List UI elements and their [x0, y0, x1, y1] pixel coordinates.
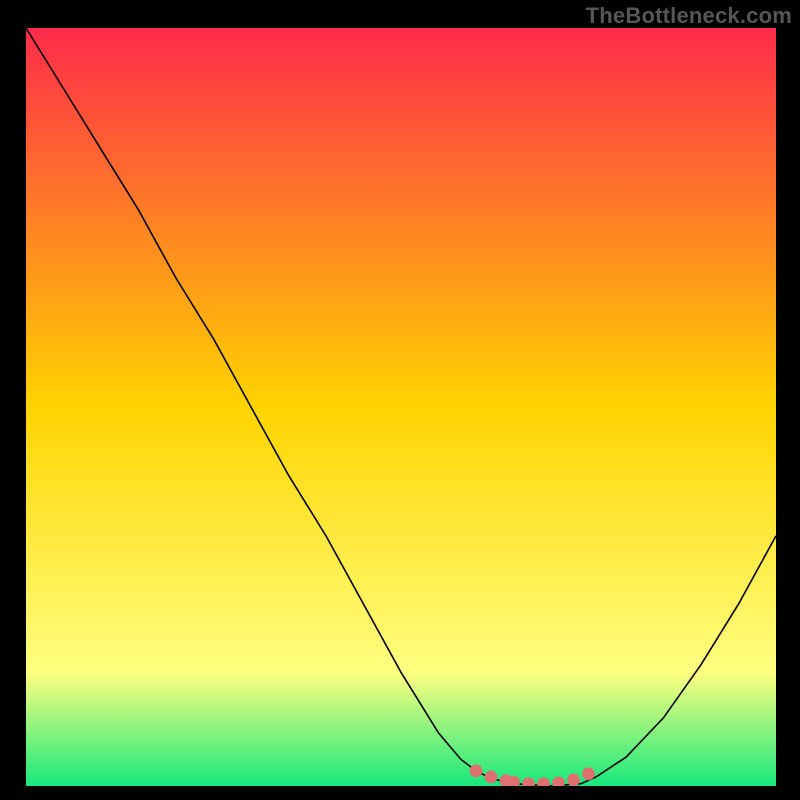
attribution-text: TheBottleneck.com [586, 3, 792, 29]
sweet-spot-marker [582, 767, 595, 780]
sweet-spot-marker [485, 770, 498, 783]
sweet-spot-marker [567, 773, 580, 786]
sweet-spot-marker [470, 764, 483, 777]
chart-frame: TheBottleneck.com [0, 0, 800, 800]
bottleneck-chart [26, 28, 776, 786]
